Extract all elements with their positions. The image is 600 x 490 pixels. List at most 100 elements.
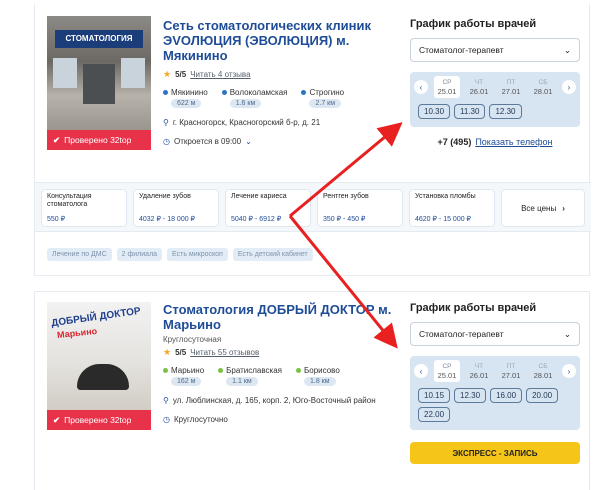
day-tab[interactable]: СБ 28.01 xyxy=(530,360,556,382)
metro-dot-icon xyxy=(163,368,168,374)
service-price: 5040 ₽ - 6912 ₽ xyxy=(231,216,282,223)
clinic-subtitle: Круглосуточная xyxy=(163,335,222,344)
feature-tag: Есть детский кабинет xyxy=(232,248,313,261)
metro-name: Борисово xyxy=(304,366,340,375)
express-booking-button[interactable]: ЭКСПРЕСС - ЗАПИСЬ xyxy=(410,442,580,464)
service-item[interactable]: Удаление зубов 4032 ₽ - 18 000 ₽ xyxy=(133,189,219,227)
time-slot-button[interactable]: 16.00 xyxy=(490,388,523,403)
tags-list: Лечение по ДМС 2 филиала Есть микроскоп Ест… xyxy=(47,248,313,261)
services-list: Консультация стоматолога 550 ₽ Удаление зу… xyxy=(35,182,591,232)
reviews-link[interactable]: Читать 4 отзыва xyxy=(190,70,250,79)
doctor-select[interactable]: Стоматолог-терапевт ⌄ xyxy=(410,38,580,62)
service-name: Установка пломбы xyxy=(415,193,476,200)
service-name: Лечение кариеса xyxy=(231,193,287,200)
star-icon: ★ xyxy=(163,69,172,79)
feature-tag: Лечение по ДМС xyxy=(47,248,112,261)
reviews-link[interactable]: Читать 55 отзывов xyxy=(190,348,259,357)
location-pin-icon: ⚲ xyxy=(163,396,169,405)
time-slot-button[interactable]: 12.30 xyxy=(489,104,522,119)
metro-station: Марьино 162 м xyxy=(163,366,204,386)
prev-day-button[interactable]: ‹ xyxy=(414,80,428,94)
clock-icon: ◷ xyxy=(163,137,170,146)
clinic-photo[interactable]: СТОМАТОЛОГИЯ xyxy=(47,16,151,130)
metro-distance: 2.7 км xyxy=(309,99,342,108)
feature-tag: 2 филиала xyxy=(116,248,163,261)
metro-dot-icon xyxy=(163,90,168,96)
service-price: 4032 ₽ - 18 000 ₽ xyxy=(139,216,195,223)
chevron-down-icon: ⌄ xyxy=(563,328,571,339)
phone-block: +7 (495) Показать телефон xyxy=(437,137,553,147)
verified-badge: ✔ Проверено 32top xyxy=(47,130,151,150)
service-item[interactable]: Лечение кариеса 5040 ₽ - 6912 ₽ xyxy=(225,189,311,227)
clock-icon: ◷ xyxy=(163,415,170,424)
metro-distance: 162 м xyxy=(171,377,202,386)
day-tab[interactable]: ЧТ 26.01 xyxy=(466,76,492,98)
time-slot-button[interactable]: 20.00 xyxy=(526,388,559,403)
time-slot-button[interactable]: 11.30 xyxy=(454,104,486,119)
rating-value: 5/5 xyxy=(175,348,187,357)
day-tab[interactable]: ЧТ 26.01 xyxy=(466,360,492,382)
day-tab[interactable]: СБ 28.01 xyxy=(530,76,556,98)
time-slot-button[interactable]: 10.15 xyxy=(418,388,451,403)
show-phone-link[interactable]: Показать телефон xyxy=(475,137,552,147)
doctor-schedule: График работы врачей Стоматолог-терапевт… xyxy=(410,18,580,147)
metro-station: Братиславская 1.1 км xyxy=(218,366,282,386)
metro-name: Строгино xyxy=(309,88,345,97)
feature-tag: Есть микроскоп xyxy=(167,248,228,261)
doctor-select[interactable]: Стоматолог-терапевт ⌄ xyxy=(410,322,580,346)
metro-station: Мякинино 622 м xyxy=(163,88,208,108)
metro-dot-icon xyxy=(221,90,227,96)
metro-name: Мякинино xyxy=(171,88,208,97)
chevron-down-icon: ⌄ xyxy=(563,44,571,55)
opening-hours[interactable]: Откроется в 09:00 xyxy=(174,137,241,146)
service-name: Рентген зубов xyxy=(323,193,369,200)
metro-distance: 1.6 км xyxy=(229,99,262,108)
metro-dot-icon xyxy=(218,368,224,374)
photo-sign: Марьино xyxy=(56,325,98,341)
schedule-title: График работы врачей xyxy=(410,18,537,30)
day-tab[interactable]: СР 25.01 xyxy=(434,76,460,98)
time-slot-button[interactable]: 22.00 xyxy=(418,407,451,422)
service-price: 350 ₽ - 450 ₽ xyxy=(323,216,366,223)
day-tab[interactable]: СР 25.01 xyxy=(434,360,460,382)
metro-name: Братиславская xyxy=(226,366,282,375)
clinic-title[interactable]: Стоматология ДОБРЫЙ ДОКТОР м. Марьино xyxy=(163,302,393,332)
day-tab[interactable]: ПТ 27.01 xyxy=(498,360,524,382)
check-icon: ✔ xyxy=(53,415,61,425)
prev-day-button[interactable]: ‹ xyxy=(414,364,428,378)
service-item[interactable]: Рентген зубов 350 ₽ - 450 ₽ xyxy=(317,189,403,227)
service-price: 4620 ₽ - 15 000 ₽ xyxy=(415,216,471,223)
metro-station: Волоколамская 1.6 км xyxy=(221,88,287,108)
metro-name: Марьино xyxy=(171,366,205,375)
service-name: Удаление зубов xyxy=(139,193,191,200)
verified-badge: ✔ Проверено 32top xyxy=(47,410,151,430)
clinic-address: ул. Люблинская, д. 165, корп. 2, Юго-Вос… xyxy=(172,396,376,405)
time-slot-button[interactable]: 12.30 xyxy=(454,388,487,403)
clinic-card-2: ДОБРЫЙ ДОКТОР Марьино ✔ Проверено 32top С… xyxy=(34,291,590,490)
day-tab[interactable]: ПТ 27.01 xyxy=(498,76,524,98)
metro-list: Мякинино 622 м Волоколамская 1.6 км Строгино… xyxy=(163,88,393,108)
doctor-schedule: График работы врачей Стоматолог-терапевт… xyxy=(410,302,580,464)
service-item[interactable]: Консультация стоматолога 550 ₽ xyxy=(41,189,127,227)
chevron-down-icon[interactable]: ⌄ xyxy=(245,137,252,146)
star-icon: ★ xyxy=(163,347,172,357)
metro-dot-icon xyxy=(301,90,307,96)
service-item[interactable]: Установка пломбы 4620 ₽ - 15 000 ₽ xyxy=(409,189,495,227)
next-day-button[interactable]: › xyxy=(562,80,576,94)
metro-distance: 1.8 км xyxy=(304,377,336,386)
check-icon: ✔ xyxy=(53,135,61,145)
metro-dot-icon xyxy=(296,368,301,374)
metro-distance: 1.1 км xyxy=(226,377,258,386)
chevron-right-icon: › xyxy=(562,203,565,213)
clinic-title[interactable]: Сеть стоматологических клиник ЭVОЛЮЦИЯ (… xyxy=(163,18,393,63)
clinic-card-1: СТОМАТОЛОГИЯ ✔ Проверено 32top Сеть стома… xyxy=(34,4,591,276)
clinic-address: г. Красногорск, Красногорский б-р, д. 21 xyxy=(172,118,321,127)
metro-station: Строгино 2.7 км xyxy=(301,88,344,108)
location-pin-icon: ⚲ xyxy=(163,118,169,127)
next-day-button[interactable]: › xyxy=(562,364,576,378)
metro-distance: 622 м xyxy=(171,99,202,108)
time-slot-button[interactable]: 10.30 xyxy=(418,104,451,119)
clinic-photo[interactable]: ДОБРЫЙ ДОКТОР Марьино xyxy=(47,302,151,416)
opening-hours: Круглосуточно xyxy=(173,415,228,424)
all-prices-button[interactable]: Все цены › xyxy=(501,189,585,227)
